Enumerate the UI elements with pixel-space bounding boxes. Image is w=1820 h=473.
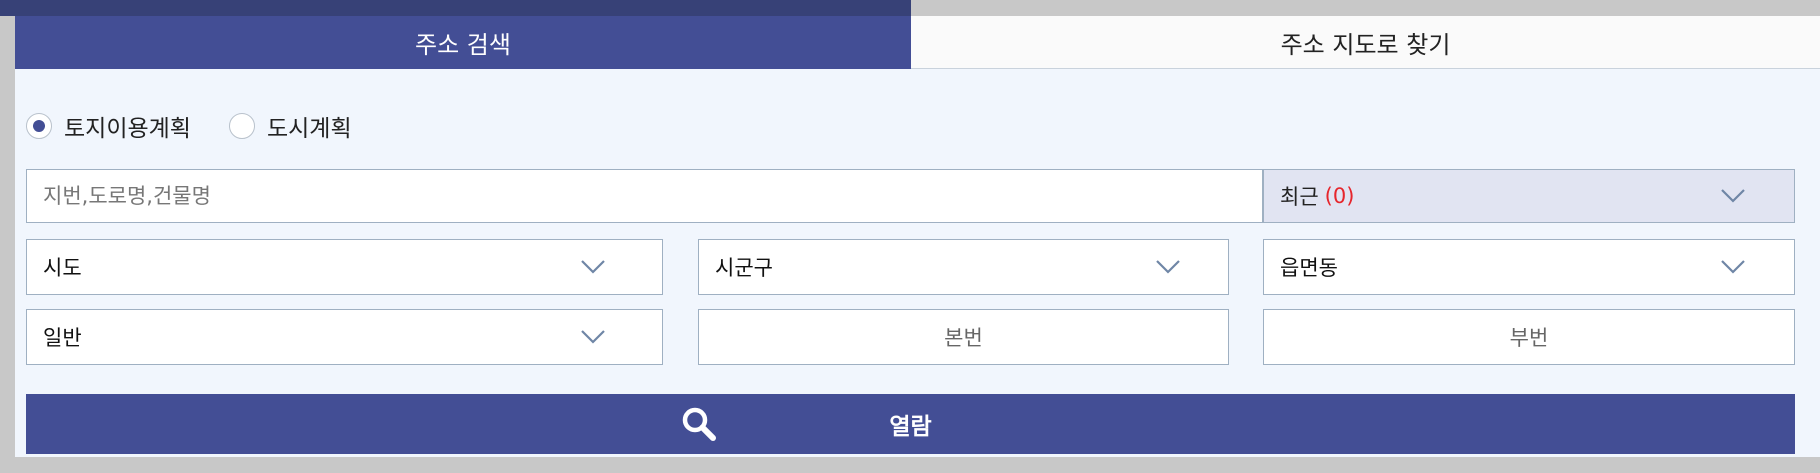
sub-lot-number-input[interactable]: 부번 — [1263, 309, 1795, 365]
chevron-down-icon — [1720, 188, 1746, 204]
main-lot-number-input[interactable]: 본번 — [698, 309, 1229, 365]
chevron-down-icon — [580, 259, 606, 275]
eupmyeondong-select-value: 읍면동 — [1280, 256, 1338, 280]
address-search-input[interactable] — [26, 169, 1263, 223]
main-lot-number-placeholder: 본번 — [944, 326, 983, 350]
sido-select-value: 시도 — [43, 256, 82, 280]
radio-land-use-plan-label: 토지이용계획 — [64, 116, 191, 142]
sido-select[interactable]: 시도 — [26, 239, 663, 295]
plan-type-radio-group: 토지이용계획 도시계획 — [26, 109, 390, 143]
radio-circle-selected[interactable] — [26, 113, 52, 139]
sub-lot-number-placeholder: 부번 — [1509, 326, 1549, 350]
land-type-select-value: 일반 — [43, 326, 82, 350]
sigungu-select[interactable]: 시군구 — [698, 239, 1229, 295]
radio-land-use-plan[interactable]: 토지이용계획 — [26, 109, 191, 143]
view-button-label: 열람 — [889, 414, 932, 440]
sigungu-select-value: 시군구 — [715, 256, 773, 280]
recent-count: (0) — [1324, 184, 1355, 208]
address-search-widget: 주소 검색 주소 지도로 찾기 토지이용계획 도시계획 최근 (0) — [0, 0, 1820, 473]
chevron-down-icon — [580, 329, 606, 345]
top-strip — [0, 0, 911, 16]
chevron-down-icon — [1155, 259, 1181, 275]
chevron-down-icon — [1720, 259, 1746, 275]
recent-label: 최근 — [1280, 185, 1319, 209]
view-button[interactable]: 열람 — [26, 394, 1795, 454]
radio-circle-unselected[interactable] — [228, 113, 255, 139]
recent-searches-dropdown[interactable]: 최근 (0) — [1263, 169, 1795, 223]
radio-urban-plan-label: 도시계획 — [266, 116, 352, 142]
radio-urban-plan[interactable]: 도시계획 — [228, 109, 352, 143]
tab-find-by-map[interactable]: 주소 지도로 찾기 — [911, 16, 1820, 69]
eupmyeondong-select[interactable]: 읍면동 — [1263, 239, 1795, 295]
land-type-select[interactable]: 일반 — [26, 309, 663, 365]
tab-address-search[interactable]: 주소 검색 — [15, 16, 911, 69]
tab-find-by-map-label: 주소 지도로 찾기 — [1280, 30, 1451, 59]
tab-address-search-label: 주소 검색 — [415, 31, 511, 59]
radio-dot — [33, 120, 45, 132]
search-panel: 주소 검색 주소 지도로 찾기 토지이용계획 도시계획 최근 (0) — [15, 16, 1820, 457]
